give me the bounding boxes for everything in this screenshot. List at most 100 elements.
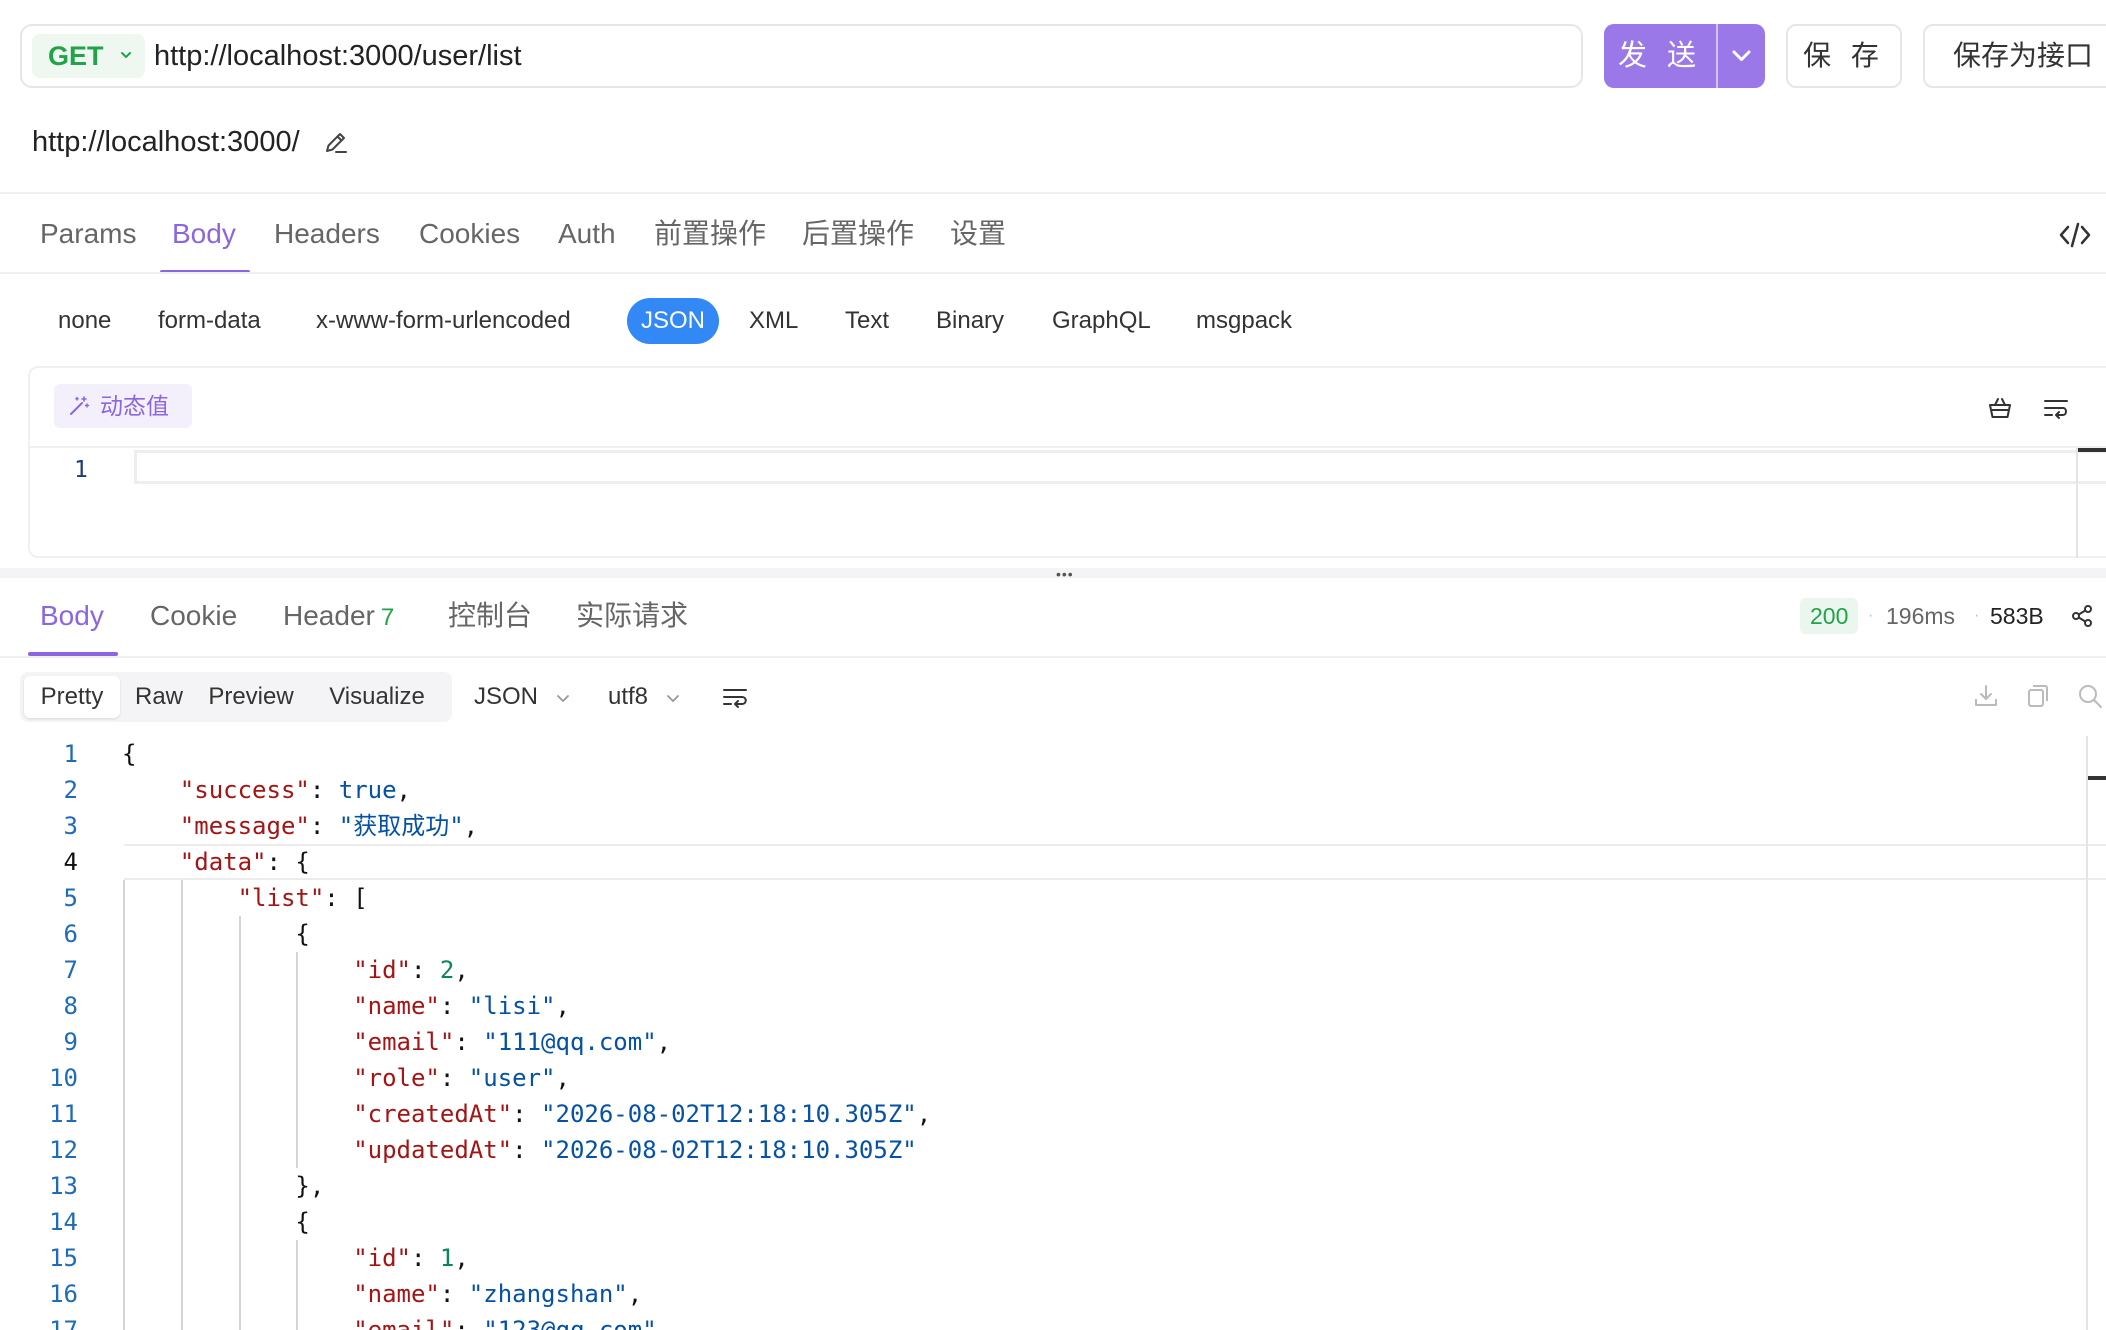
code-text: "name": "zhangshan", [353,1280,643,1308]
header-count-badge: 7 [380,604,395,631]
save-button[interactable]: 保 存 [1786,24,1902,88]
chevron-down-icon [121,52,131,59]
view-visualize-button[interactable]: Visualize [306,676,448,718]
divider [0,656,2106,658]
encoding-select[interactable]: utf8 [608,672,681,722]
line-number: 14 [49,1208,78,1236]
body-type-xml[interactable]: XML [749,298,798,344]
response-time: 196ms [1886,603,1956,629]
dynamic-value-button[interactable]: 动态值 [54,384,192,428]
method-label: GET [48,41,104,71]
search-icon[interactable] [2076,682,2104,710]
line-number: 10 [49,1064,78,1092]
body-type-selector: none form-data x-www-form-urlencoded JSO… [0,298,2106,344]
line-number: 17 [49,1316,78,1330]
code-line: 2 "success": true, [0,772,2106,808]
tab-auth[interactable]: Auth [558,194,616,274]
separator-dot: · [1868,607,1874,624]
request-bar: GET http://localhost:3000/user/list 发 送 … [0,24,2106,88]
magic-wand-icon [70,396,90,415]
wrap-icon[interactable] [720,682,750,712]
line-number: 3 [63,812,78,840]
code-line: 14 { [0,1204,2106,1240]
code-line: 8 "name": "lisi", [0,988,2106,1024]
tab-settings[interactable]: 设置 [950,194,1006,274]
download-icon[interactable] [1972,682,2000,710]
body-type-json[interactable]: JSON [627,298,720,344]
scrollbar-thumb[interactable] [2088,776,2106,780]
code-text: "id": 1, [353,1244,469,1272]
view-preview-button[interactable]: Preview [198,676,304,718]
code-text: "success": true, [179,776,411,804]
scrollbar[interactable] [2086,736,2088,1330]
scrollbar[interactable] [2076,448,2078,558]
scrollbar-thumb[interactable] [2078,448,2106,452]
code-line: 5 "list": [ [0,880,2106,916]
drag-handle-icon: ••• [1056,566,1074,582]
line-number: 4 [63,848,78,876]
wrap-icon[interactable] [2042,394,2070,422]
code-icon[interactable] [2058,218,2092,252]
tab-post-operations[interactable]: 后置操作 [802,194,914,274]
tab-actual-request[interactable]: 实际请求 [576,578,688,654]
format-select-value: JSON [474,683,539,710]
line-number: 15 [49,1244,78,1272]
code-line: 10 "role": "user", [0,1060,2106,1096]
tab-headers[interactable]: Headers [274,194,380,274]
code-text: "email": "123@qq.com", [353,1316,672,1330]
code-line: 9 "email": "111@qq.com", [0,1024,2106,1060]
method-select[interactable]: GET [32,34,145,78]
send-dropdown-button[interactable] [1718,24,1765,88]
tab-body[interactable]: Body [172,194,236,274]
request-body-editor: 动态值 1 [28,366,2106,558]
basket-icon[interactable] [1986,394,2014,422]
save-as-api-button[interactable]: 保存为接口 [1923,24,2106,88]
body-type-binary[interactable]: Binary [936,298,1004,344]
body-type-graphql[interactable]: GraphQL [1052,298,1151,344]
send-button[interactable]: 发 送 [1604,24,1716,88]
send-button-group: 发 送 [1604,24,1765,88]
tab-response-cookie[interactable]: Cookie [150,578,237,654]
body-type-urlencoded[interactable]: x-www-form-urlencoded [316,298,571,344]
code-text: "createdAt": "2026-08-02T12:18:10.305Z", [353,1100,932,1128]
editor-input-line[interactable] [134,450,2106,484]
pencil-icon[interactable] [322,129,350,157]
code-text: "role": "user", [353,1064,570,1092]
code-text: { [122,740,137,768]
view-raw-button[interactable]: Raw [122,676,196,718]
code-line: 1{ [0,736,2106,772]
base-url-row: http://localhost:3000/ [32,120,350,164]
code-text: "data": { [179,848,310,876]
tab-cookies[interactable]: Cookies [419,194,520,274]
code-text: "name": "lisi", [353,992,570,1020]
chevron-down-icon [1732,50,1751,61]
request-tabs: Params Body Headers Cookies Auth 前置操作 后置… [0,194,2106,274]
tab-pre-operations[interactable]: 前置操作 [654,194,766,274]
body-type-msgpack[interactable]: msgpack [1196,298,1292,344]
code-line: 3 "message": "获取成功", [0,808,2106,844]
tab-response-body[interactable]: Body [40,578,104,654]
tab-response-header-label: Header [283,600,375,631]
panel-resizer[interactable]: ••• [0,566,2106,582]
code-line: 16 "name": "zhangshan", [0,1276,2106,1312]
code-text: { [122,1208,310,1236]
line-number: 9 [63,1028,78,1056]
url-input[interactable]: http://localhost:3000/user/list [154,26,522,86]
base-url: http://localhost:3000/ [32,126,300,158]
code-text: "list": [ [237,884,368,912]
code-text: }, [122,1172,325,1200]
view-mode-group: Pretty Raw Preview Visualize [20,672,452,722]
tab-console[interactable]: 控制台 [448,578,532,654]
share-icon[interactable] [2070,604,2094,628]
copy-icon[interactable] [2024,682,2052,710]
format-select[interactable]: JSON [474,672,571,722]
tab-params[interactable]: Params [40,194,136,274]
body-type-text[interactable]: Text [845,298,889,344]
url-bar: GET http://localhost:3000/user/list [20,24,1583,88]
tab-response-header[interactable]: Header 7 [283,578,394,654]
response-body-viewer: 1{2 "success": true, 3 "message": "获取成功",… [0,736,2106,1330]
body-type-form-data[interactable]: form-data [158,298,261,344]
line-number: 8 [63,992,78,1020]
view-pretty-button[interactable]: Pretty [24,676,120,718]
body-type-none[interactable]: none [58,298,111,344]
